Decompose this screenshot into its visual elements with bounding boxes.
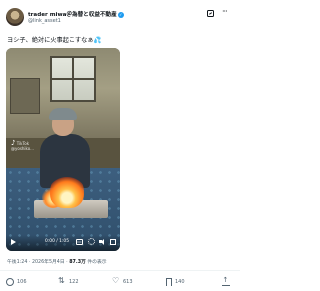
video-controls: 0:00 / 1:05 CC bbox=[6, 235, 120, 251]
verified-badge-icon: ✓ bbox=[117, 11, 124, 18]
more-options-icon[interactable]: ··· bbox=[222, 8, 228, 16]
video-person-cap bbox=[49, 108, 77, 120]
heart-icon bbox=[112, 276, 120, 286]
timestamp[interactable]: 午後1:24 · 2026年5月4日 · bbox=[7, 260, 69, 265]
watermark-handle: @yoshiko... bbox=[11, 146, 34, 151]
share-icon bbox=[222, 276, 230, 286]
repost-count: 122 bbox=[69, 279, 79, 285]
settings-gear-icon[interactable] bbox=[88, 238, 95, 245]
repost-icon bbox=[58, 276, 66, 286]
grok-icon[interactable] bbox=[207, 10, 214, 17]
play-icon[interactable] bbox=[11, 239, 16, 245]
action-bar: 106 122 613 140 bbox=[0, 276, 240, 288]
views-label: 件の表示 bbox=[85, 260, 107, 265]
like-button[interactable]: 613 bbox=[112, 276, 133, 288]
reply-count: 106 bbox=[17, 279, 27, 285]
video-shelf bbox=[10, 78, 40, 114]
tiktok-watermark: ♪ TikTok @yoshiko... bbox=[11, 140, 34, 152]
tweet-meta: 午後1:24 · 2026年5月4日 · 87.3万 件の表示 bbox=[7, 258, 107, 265]
share-button[interactable] bbox=[222, 276, 233, 288]
bookmark-button[interactable]: 140 bbox=[166, 276, 185, 288]
video-window bbox=[50, 56, 96, 102]
bookmark-count: 140 bbox=[175, 279, 185, 285]
handle[interactable]: @link_asset1 bbox=[28, 18, 61, 24]
fullscreen-icon[interactable] bbox=[110, 238, 116, 245]
volume-icon[interactable] bbox=[99, 238, 106, 245]
video-time: 0:00 / 1:05 bbox=[45, 239, 69, 244]
views-count: 87.3万 bbox=[69, 260, 86, 265]
avatar[interactable] bbox=[6, 8, 24, 26]
bookmark-icon bbox=[166, 278, 172, 286]
like-count: 613 bbox=[123, 279, 133, 285]
repost-button[interactable]: 122 bbox=[58, 276, 79, 288]
reply-button[interactable]: 106 bbox=[6, 276, 27, 288]
tweet-header: trader miwa＠為替と収益不動産 ✓ @link_asset1 ··· bbox=[0, 0, 240, 30]
display-name-line[interactable]: trader miwa＠為替と収益不動産 ✓ bbox=[28, 10, 124, 18]
video-player[interactable]: ♪ TikTok @yoshiko... 0:00 / 1:05 CC bbox=[6, 48, 120, 251]
divider bbox=[0, 270, 240, 271]
tweet-text: ヨシ子、絶対に火事起こすなぁ💦 bbox=[7, 37, 102, 44]
reply-icon bbox=[6, 278, 14, 286]
captions-icon[interactable]: CC bbox=[76, 238, 83, 245]
video-flame bbox=[50, 174, 84, 208]
